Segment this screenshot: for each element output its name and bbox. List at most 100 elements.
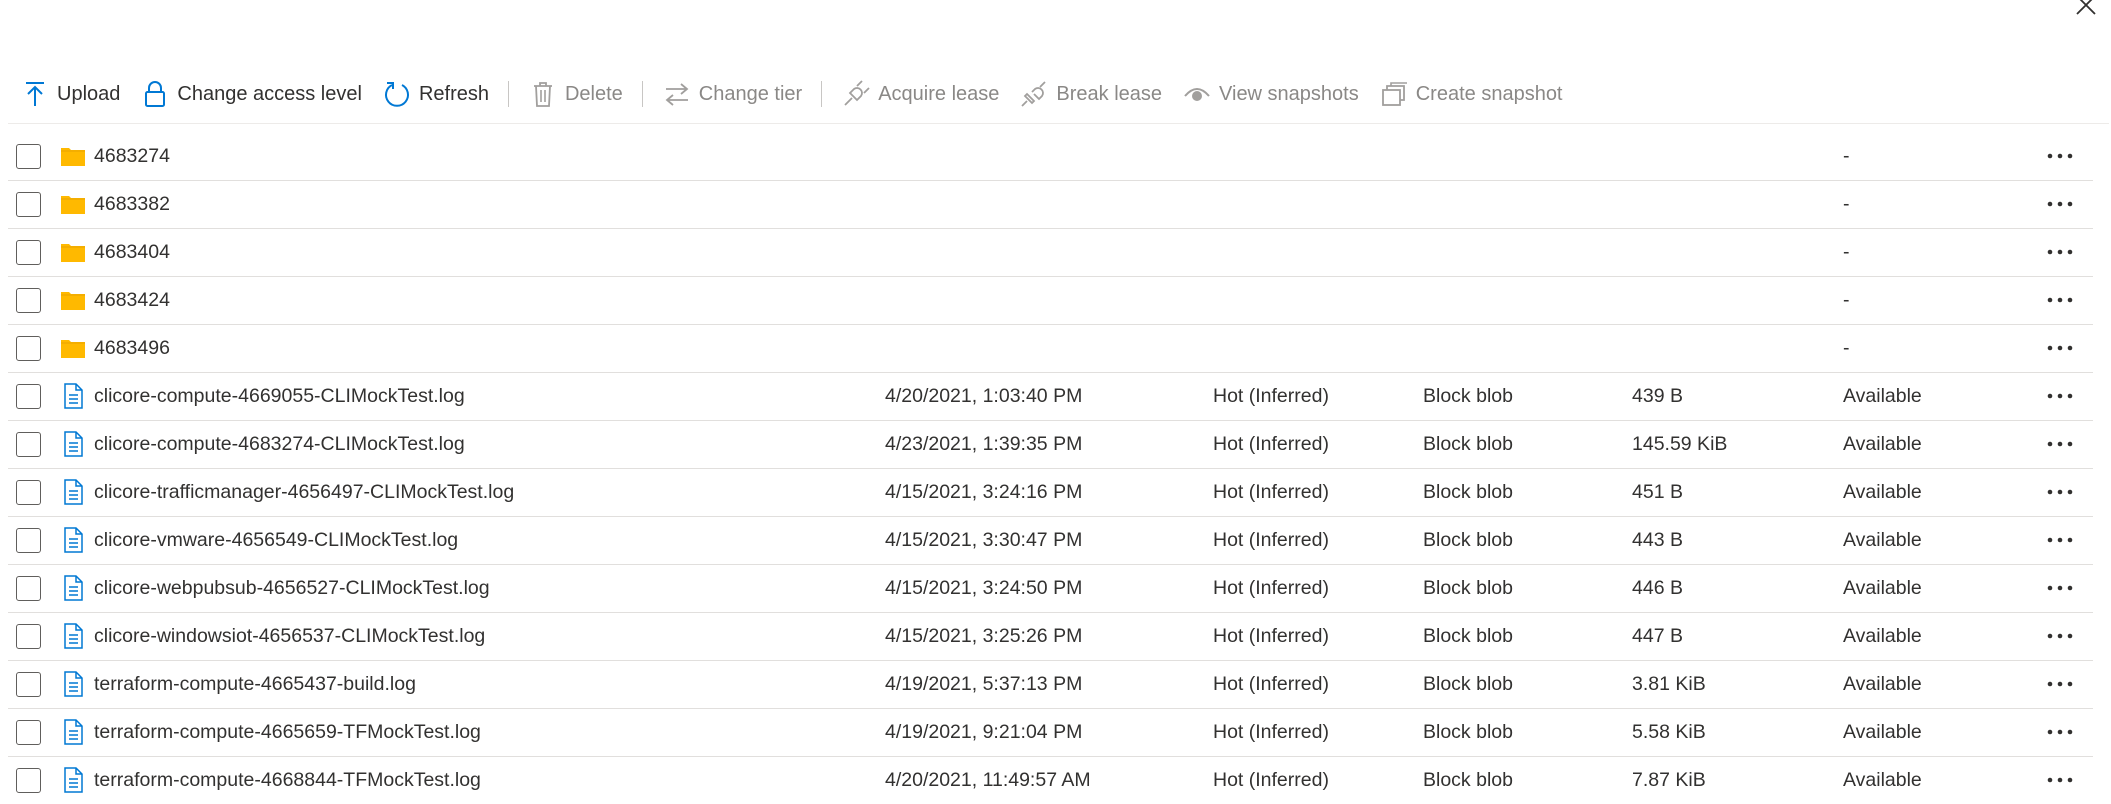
item-name[interactable]: 4683496 (94, 325, 170, 372)
row-checkbox[interactable] (16, 336, 41, 361)
file-icon (60, 575, 86, 601)
lease-state-cell: - (1843, 145, 1850, 167)
lease-state-cell: - (1843, 241, 1850, 263)
row-checkbox[interactable] (16, 672, 41, 697)
item-name[interactable]: clicore-vmware-4656549-CLIMockTest.log (94, 517, 458, 564)
item-name[interactable]: terraform-compute-4665437-build.log (94, 661, 416, 708)
list-row[interactable]: terraform-compute-4668844-TFMockTest.log… (8, 757, 2093, 804)
size-cell: 3.81 KiB (1632, 673, 1706, 695)
row-checkbox[interactable] (16, 288, 41, 313)
list-row[interactable]: clicore-compute-4669055-CLIMockTest.log … (8, 373, 2093, 421)
list-row[interactable]: clicore-windowsiot-4656537-CLIMockTest.l… (8, 613, 2093, 661)
more-actions-button[interactable] (2040, 432, 2080, 456)
acquire-lease-label: Acquire lease (878, 82, 1000, 105)
modified-cell: 4/20/2021, 11:49:57 AM (885, 769, 1091, 791)
more-actions-button[interactable] (2040, 192, 2080, 216)
row-checkbox[interactable] (16, 480, 41, 505)
access-tier-cell: Hot (Inferred) (1213, 433, 1329, 455)
list-row[interactable]: terraform-compute-4665659-TFMockTest.log… (8, 709, 2093, 757)
more-actions-button[interactable] (2040, 384, 2080, 408)
row-checkbox[interactable] (16, 528, 41, 553)
list-row[interactable]: clicore-compute-4683274-CLIMockTest.log … (8, 421, 2093, 469)
size-cell: 5.58 KiB (1632, 721, 1706, 743)
more-actions-button[interactable] (2040, 624, 2080, 648)
ellipsis-icon (2046, 627, 2074, 645)
refresh-button[interactable]: Refresh (372, 76, 499, 112)
list-row[interactable]: clicore-vmware-4656549-CLIMockTest.log 4… (8, 517, 2093, 565)
upload-label: Upload (57, 82, 121, 105)
item-name[interactable]: clicore-compute-4669055-CLIMockTest.log (94, 373, 465, 420)
item-name[interactable]: 4683424 (94, 277, 170, 324)
blob-list: 4683274 - 4683382 - 4683404 - 4683424 - … (8, 133, 2093, 804)
row-checkbox[interactable] (16, 768, 41, 793)
refresh-icon (382, 79, 412, 109)
eye-icon (1182, 79, 1212, 109)
ellipsis-icon (2046, 195, 2074, 213)
list-row[interactable]: clicore-trafficmanager-4656497-CLIMockTe… (8, 469, 2093, 517)
list-row[interactable]: 4683496 - (8, 325, 2093, 373)
access-tier-cell: Hot (Inferred) (1213, 481, 1329, 503)
item-name[interactable]: 4683274 (94, 133, 170, 180)
more-actions-button[interactable] (2040, 672, 2080, 696)
more-actions-button[interactable] (2040, 480, 2080, 504)
lease-state-cell: Available (1843, 529, 1922, 551)
ellipsis-icon (2046, 147, 2074, 165)
item-name[interactable]: 4683404 (94, 229, 170, 276)
more-actions-button[interactable] (2040, 768, 2080, 792)
item-name[interactable]: clicore-trafficmanager-4656497-CLIMockTe… (94, 469, 514, 516)
file-icon (60, 527, 86, 553)
blob-type-cell: Block blob (1423, 625, 1513, 647)
more-actions-button[interactable] (2040, 528, 2080, 552)
upload-icon (20, 79, 50, 109)
command-bar: Upload Change access level Refresh Delet… (10, 76, 1573, 112)
list-row[interactable]: terraform-compute-4665437-build.log 4/19… (8, 661, 2093, 709)
list-row[interactable]: 4683404 - (8, 229, 2093, 277)
item-name[interactable]: terraform-compute-4665659-TFMockTest.log (94, 709, 481, 756)
ellipsis-icon (2046, 339, 2074, 357)
more-actions-button[interactable] (2040, 576, 2080, 600)
close-button[interactable] (2072, 0, 2102, 22)
list-row[interactable]: 4683274 - (8, 133, 2093, 181)
more-actions-button[interactable] (2040, 336, 2080, 360)
more-actions-button[interactable] (2040, 144, 2080, 168)
more-actions-button[interactable] (2040, 720, 2080, 744)
create-snapshot-button[interactable]: Create snapshot (1369, 76, 1573, 112)
change-access-level-button[interactable]: Change access level (130, 76, 372, 112)
lease-state-cell: Available (1843, 625, 1922, 647)
row-checkbox[interactable] (16, 240, 41, 265)
ellipsis-icon (2046, 291, 2074, 309)
more-actions-button[interactable] (2040, 240, 2080, 264)
list-row[interactable]: 4683382 - (8, 181, 2093, 229)
row-checkbox[interactable] (16, 576, 41, 601)
item-name[interactable]: clicore-compute-4683274-CLIMockTest.log (94, 421, 465, 468)
row-checkbox[interactable] (16, 384, 41, 409)
modified-cell: 4/19/2021, 5:37:13 PM (885, 673, 1083, 695)
change-tier-button[interactable]: Change tier (652, 76, 812, 112)
list-row[interactable]: clicore-webpubsub-4656527-CLIMockTest.lo… (8, 565, 2093, 613)
item-name[interactable]: terraform-compute-4668844-TFMockTest.log (94, 757, 481, 804)
access-tier-cell: Hot (Inferred) (1213, 673, 1329, 695)
lease-state-cell: Available (1843, 433, 1922, 455)
row-checkbox[interactable] (16, 432, 41, 457)
create-snapshot-label: Create snapshot (1415, 82, 1563, 105)
delete-button[interactable]: Delete (518, 76, 633, 112)
blob-type-cell: Block blob (1423, 529, 1513, 551)
break-lease-button[interactable]: Break lease (1009, 76, 1172, 112)
access-tier-cell: Hot (Inferred) (1213, 577, 1329, 599)
size-cell: 145.59 KiB (1632, 433, 1728, 455)
list-row[interactable]: 4683424 - (8, 277, 2093, 325)
more-actions-button[interactable] (2040, 288, 2080, 312)
row-checkbox[interactable] (16, 720, 41, 745)
row-checkbox[interactable] (16, 144, 41, 169)
view-snapshots-button[interactable]: View snapshots (1172, 76, 1369, 112)
lease-state-cell: Available (1843, 673, 1922, 695)
item-name[interactable]: clicore-windowsiot-4656537-CLIMockTest.l… (94, 613, 485, 660)
row-checkbox[interactable] (16, 192, 41, 217)
row-checkbox[interactable] (16, 624, 41, 649)
upload-button[interactable]: Upload (10, 76, 130, 112)
size-cell: 447 B (1632, 625, 1683, 647)
item-name[interactable]: 4683382 (94, 181, 170, 228)
acquire-lease-button[interactable]: Acquire lease (831, 76, 1009, 112)
delete-label: Delete (564, 82, 623, 105)
item-name[interactable]: clicore-webpubsub-4656527-CLIMockTest.lo… (94, 565, 490, 612)
